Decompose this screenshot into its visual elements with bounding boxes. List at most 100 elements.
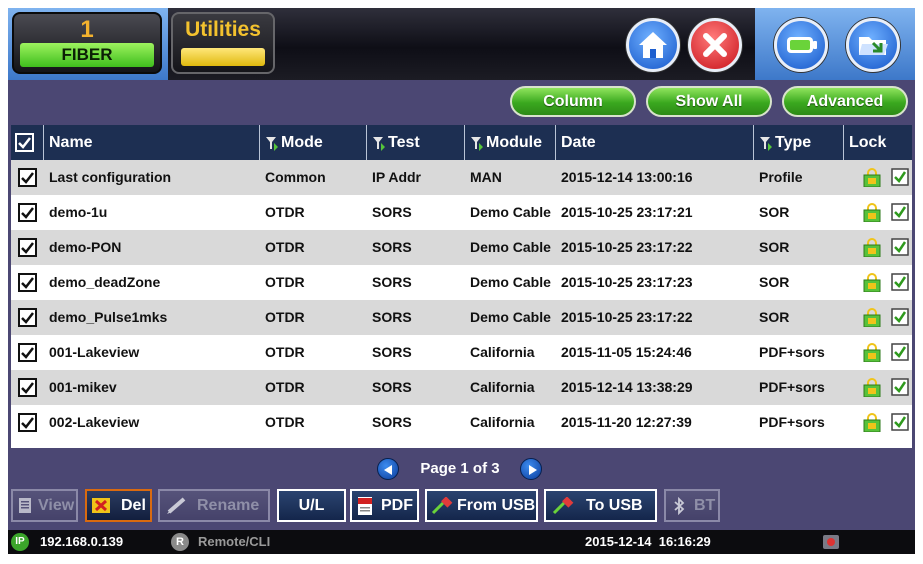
lock-icon[interactable]	[863, 238, 881, 258]
column-header-module[interactable]: Module	[465, 125, 555, 160]
row-checkbox[interactable]	[18, 273, 37, 292]
previous-page-button[interactable]	[377, 458, 399, 480]
row-checkbox[interactable]	[18, 413, 37, 432]
fiber-tab[interactable]: 1 FIBER	[12, 12, 162, 74]
lock-checkbox[interactable]	[891, 343, 909, 361]
rename-button[interactable]: Rename	[158, 489, 270, 522]
lock-icon[interactable]	[863, 308, 881, 328]
lock-icon[interactable]	[863, 168, 881, 188]
check-icon	[21, 242, 34, 254]
remote-status: Remote/CLI	[198, 534, 271, 549]
from-usb-button-label: From USB	[457, 497, 536, 514]
cell-module: California	[470, 379, 535, 395]
cell-name: demo-1u	[49, 204, 108, 220]
table-row[interactable]: 002-Lakeview OTDR SORS California 2015-11-20…	[11, 405, 912, 440]
table-row[interactable]: demo-1u OTDR SORS Demo Cable 2015-10-25 23:1…	[11, 195, 912, 230]
status-bar: IP 192.168.0.139 R Remote/CLI 2015-12-14…	[8, 530, 915, 554]
row-checkbox[interactable]	[18, 203, 37, 222]
column-header-mode[interactable]: Mode	[260, 125, 366, 160]
cell-test: SORS	[372, 414, 412, 430]
lock-checkbox[interactable]	[891, 308, 909, 326]
page-indicator: Page 1 of 3	[420, 460, 500, 477]
cell-date: 2015-11-20 12:27:39	[561, 414, 692, 430]
pdf-button[interactable]: PDF	[350, 489, 419, 522]
from-usb-button[interactable]: From USB	[425, 489, 538, 522]
lock-icon[interactable]	[863, 413, 881, 433]
show-all-button[interactable]: Show All	[646, 86, 772, 117]
lock-checkbox[interactable]	[891, 168, 909, 186]
fiber-tab-label: FIBER	[20, 43, 154, 67]
check-icon	[18, 137, 31, 149]
lock-checkbox[interactable]	[891, 203, 909, 221]
close-icon	[703, 33, 727, 57]
cell-name: demo_Pulse1mks	[49, 309, 168, 325]
close-button[interactable]	[688, 18, 742, 72]
rename-button-label: Rename	[197, 497, 260, 514]
cell-module: MAN	[470, 169, 502, 185]
check-icon	[21, 347, 34, 359]
delete-button[interactable]: Del	[85, 489, 152, 522]
pen-icon	[167, 497, 186, 514]
cell-type: PDF+sors	[759, 344, 825, 360]
lock-icon[interactable]	[863, 378, 881, 398]
table-row[interactable]: 001-Lakeview OTDR SORS California 2015-11-05…	[11, 335, 912, 370]
row-checkbox[interactable]	[18, 168, 37, 187]
lock-checkbox[interactable]	[891, 238, 909, 256]
cell-module: California	[470, 414, 535, 430]
arrow-left-icon	[384, 465, 392, 475]
advanced-button[interactable]: Advanced	[782, 86, 908, 117]
usb-icon	[431, 497, 453, 515]
lock-checkbox[interactable]	[891, 413, 909, 431]
column-button[interactable]: Column	[510, 86, 636, 117]
network-icon	[823, 535, 839, 549]
utilities-tab[interactable]: Utilities	[171, 12, 275, 74]
lock-icon[interactable]	[863, 273, 881, 293]
view-button[interactable]: View	[11, 489, 78, 522]
battery-button[interactable]	[774, 18, 828, 72]
cell-test: SORS	[372, 344, 412, 360]
pdf-button-label: PDF	[381, 497, 413, 514]
cell-mode: OTDR	[265, 204, 305, 220]
cell-mode: OTDR	[265, 309, 305, 325]
cell-name: 001-mikev	[49, 379, 117, 395]
lock-checkbox[interactable]	[891, 378, 909, 396]
cell-name: Last configuration	[49, 169, 172, 185]
cell-mode: OTDR	[265, 379, 305, 395]
row-checkbox[interactable]	[18, 238, 37, 257]
column-header-test[interactable]: Test	[367, 125, 464, 160]
cell-type: SOR	[759, 309, 790, 325]
select-all-checkbox[interactable]	[15, 133, 34, 152]
column-header-type[interactable]: Type	[754, 125, 843, 160]
column-header-name[interactable]: Name	[44, 125, 259, 160]
lock-icon[interactable]	[863, 343, 881, 363]
cell-date: 2015-11-05 15:24:46	[561, 344, 692, 360]
table-row[interactable]: 001-mikev OTDR SORS California 2015-12-14 13…	[11, 370, 912, 405]
table-row[interactable]: demo-PON OTDR SORS Demo Cable 2015-10-25 23:…	[11, 230, 912, 265]
table-row[interactable]: Last configuration Common IP Addr MAN 2015-1…	[11, 160, 912, 195]
cell-module: Demo Cable	[470, 204, 551, 220]
check-icon	[21, 277, 34, 289]
cell-name: 001-Lakeview	[49, 344, 140, 360]
cell-mode: OTDR	[265, 239, 305, 255]
column-header-date-label: Date	[561, 134, 596, 151]
lock-checkbox[interactable]	[891, 273, 909, 291]
cell-name: 002-Lakeview	[49, 414, 140, 430]
row-checkbox[interactable]	[18, 378, 37, 397]
column-header-lock-label: Lock	[849, 134, 887, 151]
home-button[interactable]	[626, 18, 680, 72]
folder-button[interactable]	[846, 18, 900, 72]
table-row[interactable]: demo_deadZone OTDR SORS Demo Cable 2015-10-2…	[11, 265, 912, 300]
row-checkbox[interactable]	[18, 308, 37, 327]
table-row[interactable]: demo_Pulse1mks OTDR SORS Demo Cable 2015-10-…	[11, 300, 912, 335]
lock-icon[interactable]	[863, 203, 881, 223]
row-checkbox[interactable]	[18, 343, 37, 362]
column-header-date[interactable]: Date	[556, 125, 753, 160]
to-usb-button[interactable]: To USB	[544, 489, 657, 522]
next-page-button[interactable]	[520, 458, 542, 480]
cell-type: SOR	[759, 239, 790, 255]
column-header-lock[interactable]: Lock	[844, 125, 912, 160]
bluetooth-button[interactable]: BT	[664, 489, 720, 522]
filter-icon	[373, 136, 385, 151]
upload-button[interactable]: U/L	[277, 489, 346, 522]
cell-mode: OTDR	[265, 274, 305, 290]
